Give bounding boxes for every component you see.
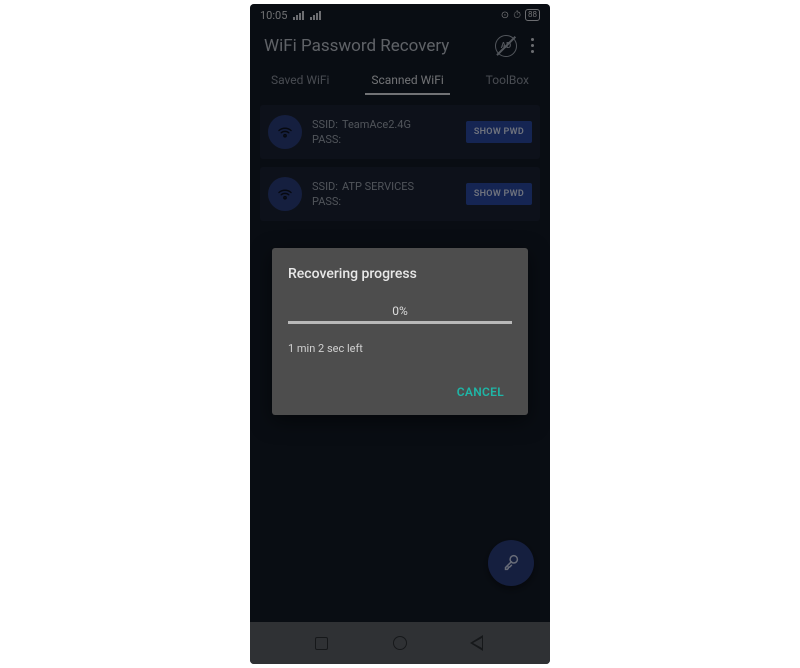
dialog-title: Recovering progress [288, 266, 512, 282]
time-remaining: 1 min 2 sec left [288, 342, 512, 355]
phone-frame: 10:05 ⊙ ⏱ 88 WiFi Password Recovery AD S… [250, 4, 550, 664]
progress-percent: 0% [288, 304, 512, 318]
cancel-button[interactable]: CANCEL [449, 379, 512, 405]
progress-bar [288, 321, 512, 324]
dialog-actions: CANCEL [288, 379, 512, 405]
recovering-dialog: Recovering progress 0% 1 min 2 sec left … [272, 248, 528, 415]
